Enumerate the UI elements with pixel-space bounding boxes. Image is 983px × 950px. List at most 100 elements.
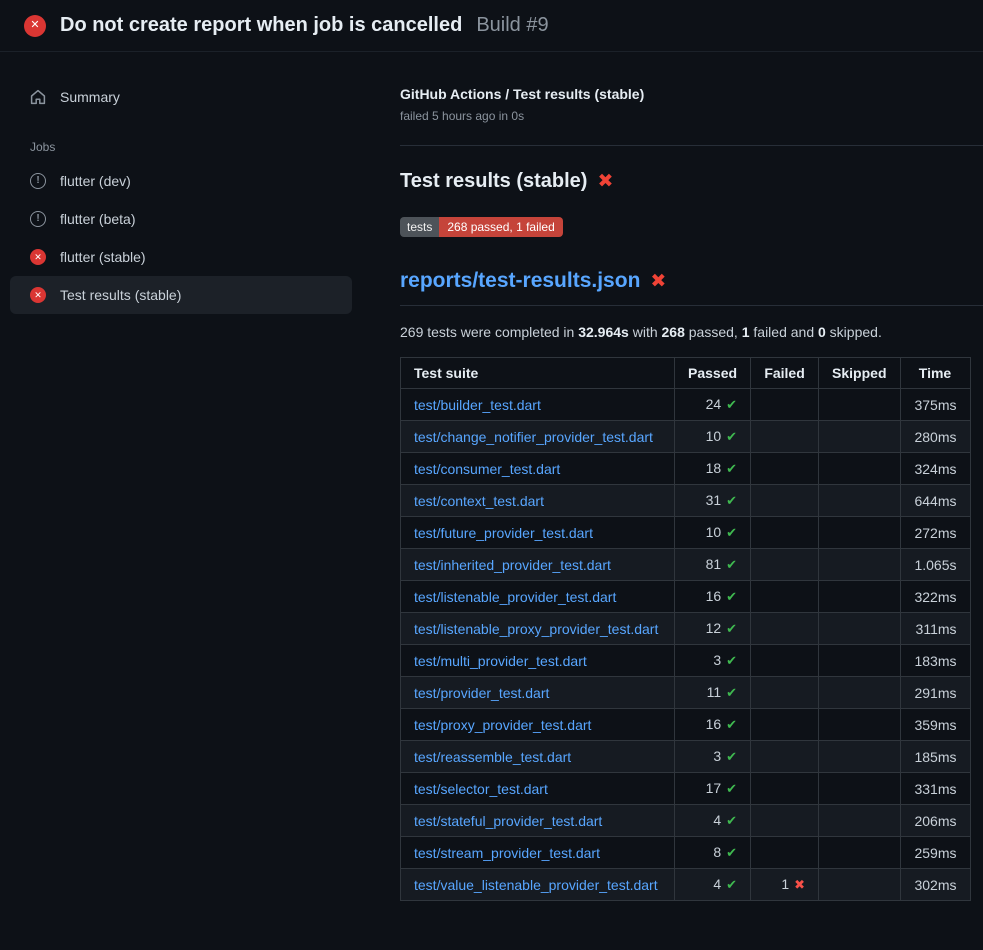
x-glyph: ✕ [30,20,39,31]
sidebar-item-flutter-beta[interactable]: ! flutter (beta) [10,200,352,238]
header-skipped: Skipped [819,358,900,389]
test-suite-cell: test/listenable_provider_test.dart [401,581,675,613]
table-row: test/multi_provider_test.dart3✔183ms [401,645,971,677]
jobs-nav: ! flutter (dev) ! flutter (beta) ✕ flutt… [10,162,352,314]
skipped-cell [819,549,900,581]
test-suite-link[interactable]: test/stateful_provider_test.dart [414,813,602,829]
test-suite-cell: test/value_listenable_provider_test.dart [401,869,675,901]
passed-count: 4 [713,876,721,892]
failed-cell [751,741,819,773]
passed-count: 24 [706,396,722,412]
neutral-status-icon: ! [30,211,46,227]
build-number: Build #9 [476,14,548,37]
page-body: Summary Jobs ! flutter (dev) ! flutter (… [0,52,983,901]
table-row: test/inherited_provider_test.dart81✔1.06… [401,549,971,581]
x-glyph: ✕ [34,291,42,300]
passed-cell: 11✔ [675,677,751,709]
test-suite-link[interactable]: test/change_notifier_provider_test.dart [414,429,653,445]
passed-cell: 3✔ [675,741,751,773]
test-suite-link[interactable]: test/provider_test.dart [414,685,549,701]
time-cell: 331ms [900,773,970,805]
failed-cell [751,677,819,709]
sidebar-item-summary[interactable]: Summary [10,78,352,116]
passed-count: 3 [713,652,721,668]
passed-cell: 17 ✔ [675,773,751,805]
skipped-cell [819,709,900,741]
test-suite-cell: test/selector_test.dart [401,773,675,805]
sidebar-item-test-results-stable[interactable]: ✕ Test results (stable) [10,276,352,314]
table-row: test/context_test.dart 31✔ 644ms [401,485,971,517]
test-suite-link[interactable]: test/reassemble_test.dart [414,749,571,765]
check-icon: ✔ [726,845,737,860]
summary-skipped-count: 0 [818,324,826,340]
sidebar-item-flutter-dev[interactable]: ! flutter (dev) [10,162,352,200]
x-glyph: ✕ [34,253,42,262]
failed-x-icon: ✖ [597,172,613,191]
test-suite-cell: test/builder_test.dart [401,389,675,421]
table-row: test/reassemble_test.dart 3✔ 185ms [401,741,971,773]
time-cell: 185ms [900,741,970,773]
test-suite-link[interactable]: test/builder_test.dart [414,397,541,413]
jobs-section-label: Jobs [30,140,352,154]
failed-cell [751,421,819,453]
test-suite-link[interactable]: test/inherited_provider_test.dart [414,557,611,573]
test-suite-link[interactable]: test/proxy_provider_test.dart [414,717,591,733]
passed-count: 17 [706,780,722,796]
table-row: test/listenable_proxy_provider_test.dart… [401,613,971,645]
sidebar-item-label: flutter (beta) [60,211,135,227]
check-icon: ✔ [726,653,737,668]
table-row: test/selector_test.dart 17 ✔ 331ms [401,773,971,805]
test-suite-link[interactable]: test/stream_provider_test.dart [414,845,600,861]
table-row: test/consumer_test.dart18✔324ms [401,453,971,485]
passed-cell: 31✔ [675,485,751,517]
time-cell: 359ms [900,709,970,741]
summary-text: 269 tests were completed in [400,324,578,340]
failed-x-icon: ✖ [650,272,666,291]
header-failed: Failed [751,358,819,389]
report-heading: reports/test-results.json ✖ [400,269,983,306]
skipped-cell [819,645,900,677]
check-icon: ✔ [726,877,737,892]
tests-badge: tests 268 passed, 1 failed [400,217,563,237]
check-icon: ✔ [726,525,737,540]
passed-count: 10 [706,428,722,444]
neutral-glyph: ! [36,214,39,224]
skipped-cell [819,837,900,869]
failed-cell [751,709,819,741]
passed-cell: 24✔ [675,389,751,421]
test-suite-link[interactable]: test/value_listenable_provider_test.dart [414,877,658,893]
page-header: ✕ Do not create report when job is cance… [0,0,983,52]
passed-count: 18 [706,460,722,476]
check-icon: ✔ [726,461,737,476]
test-suite-link[interactable]: test/context_test.dart [414,493,544,509]
summary-text: passed, [685,324,742,340]
passed-count: 16 [706,716,722,732]
passed-count: 12 [706,620,722,636]
test-suite-link[interactable]: test/consumer_test.dart [414,461,560,477]
test-suite-cell: test/stateful_provider_test.dart [401,805,675,837]
failed-count: 1 [781,876,789,892]
failed-cell [751,389,819,421]
section-title: Test results (stable) ✖ [400,170,983,193]
skipped-cell [819,389,900,421]
skipped-cell [819,453,900,485]
failed-status-icon: ✕ [24,15,46,37]
test-suite-link[interactable]: test/listenable_proxy_provider_test.dart [414,621,658,637]
check-icon: ✔ [726,813,737,828]
test-suite-link[interactable]: test/future_provider_test.dart [414,525,593,541]
sidebar-item-flutter-stable[interactable]: ✕ flutter (stable) [10,238,352,276]
time-cell: 644ms [900,485,970,517]
report-link[interactable]: reports/test-results.json [400,269,640,293]
table-row: test/stateful_provider_test.dart4✔206ms [401,805,971,837]
header-time: Time [900,358,970,389]
failed-cell [751,645,819,677]
test-suite-link[interactable]: test/selector_test.dart [414,781,548,797]
failed-cell [751,549,819,581]
passed-count: 4 [713,812,721,828]
test-suite-link[interactable]: test/listenable_provider_test.dart [414,589,616,605]
sidebar: Summary Jobs ! flutter (dev) ! flutter (… [0,52,372,314]
check-icon: ✔ [726,781,737,796]
test-suite-link[interactable]: test/multi_provider_test.dart [414,653,587,669]
failed-cell [751,517,819,549]
time-cell: 259ms [900,837,970,869]
